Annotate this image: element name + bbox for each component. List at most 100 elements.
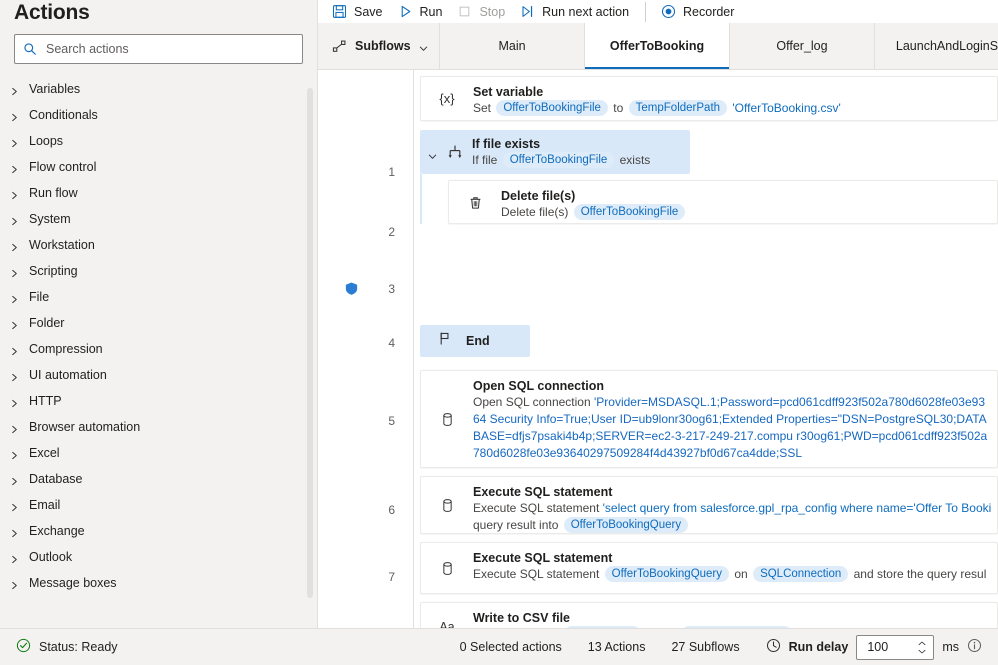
variable-chip[interactable]: OfferToBookingFile	[573, 204, 686, 220]
sidebar-item-scripting[interactable]: Scripting	[0, 258, 317, 284]
desc-prefix: Write CSV table	[473, 627, 558, 628]
action-title: Write to CSV file	[473, 611, 571, 625]
search-actions-box[interactable]	[14, 34, 303, 64]
action-description: Execute SQL statement 'select query from…	[473, 500, 991, 517]
if-body: Delete file(s) Delete file(s) OfferToBoo…	[420, 174, 998, 224]
sidebar-item-run-flow[interactable]: Run flow	[0, 180, 317, 206]
action-row-content: If file exists If file OfferToBookingFil…	[472, 131, 690, 174]
action-title: Execute SQL statement	[473, 485, 613, 499]
sidebar-item-outlook[interactable]: Outlook	[0, 544, 317, 570]
line-number: 2	[388, 225, 395, 239]
variable-chip[interactable]: OfferToBookingFile	[680, 626, 793, 628]
tab-launchandlogins[interactable]: LaunchAndLoginS	[875, 23, 998, 69]
chevron-right-icon	[10, 319, 19, 329]
desc-prefix: Set	[473, 101, 492, 115]
action-row-if-file-exists[interactable]: If file exists If file OfferToBookingFil…	[420, 130, 690, 174]
run-delay-stepper[interactable]	[856, 634, 935, 660]
run-delay-label: Run delay	[788, 640, 849, 654]
sidebar-item-loops[interactable]: Loops	[0, 128, 317, 154]
info-icon[interactable]	[967, 638, 982, 656]
subflows-dropdown[interactable]: Subflows	[318, 23, 440, 69]
sidebar-item-compression[interactable]: Compression	[0, 336, 317, 362]
action-description: Set OfferToBookingFile to TempFolderPath…	[473, 100, 989, 117]
sidebar-item-file[interactable]: File	[0, 284, 317, 310]
sidebar-item-http[interactable]: HTTP	[0, 388, 317, 414]
selected-actions-count: 0 Selected actions	[459, 640, 562, 654]
sidebar-scrollbar[interactable]	[307, 88, 313, 598]
sidebar-item-message-boxes[interactable]: Message boxes	[0, 570, 317, 596]
sidebar-item-folder[interactable]: Folder	[0, 310, 317, 336]
status-bar-right: 0 Selected actions 13 Actions 27 Subflow…	[459, 634, 982, 660]
clock-icon	[766, 638, 781, 656]
collapse-toggle[interactable]	[420, 148, 438, 159]
variable-chip[interactable]: TempFolderPath	[628, 100, 728, 116]
recorder-button[interactable]: Recorder	[657, 0, 745, 23]
play-icon	[398, 4, 413, 19]
sidebar-item-system[interactable]: System	[0, 206, 317, 232]
action-row-content: Set variable Set OfferToBookingFile to T…	[473, 77, 997, 124]
variable-chip[interactable]: QueryResult	[563, 626, 642, 628]
run-delay-control: Run delay ms	[766, 634, 982, 660]
action-row-set-variable[interactable]: {x} Set variable Set OfferToBookingFile …	[420, 76, 998, 121]
run-button[interactable]: Run	[394, 0, 454, 23]
record-icon	[661, 4, 676, 19]
main-body: Actions Variables	[0, 0, 998, 628]
tab-label: Offer_log	[776, 39, 828, 53]
sidebar-item-label: Scripting	[29, 264, 78, 278]
sidebar-item-label: Variables	[29, 82, 81, 96]
save-button[interactable]: Save	[328, 0, 394, 23]
sidebar-item-ui-automation[interactable]: UI automation	[0, 362, 317, 388]
line-number-gutter: 1 2 3 4 5 6 7 8	[318, 70, 414, 628]
action-title: Open SQL connection	[473, 379, 605, 393]
action-row-execute-sql-statement-2[interactable]: Execute SQL statement Execute SQL statem…	[420, 542, 998, 594]
actions-sidebar: Actions Variables	[0, 0, 318, 628]
sidebar-item-label: Workstation	[29, 238, 95, 252]
sidebar-item-workstation[interactable]: Workstation	[0, 232, 317, 258]
sidebar-item-exchange[interactable]: Exchange	[0, 518, 317, 544]
tab-offer-log[interactable]: Offer_log	[730, 23, 875, 69]
sidebar-item-database[interactable]: Database	[0, 466, 317, 492]
sidebar-item-label: Excel	[29, 446, 60, 460]
sidebar-item-variables[interactable]: Variables	[0, 76, 317, 102]
sidebar-item-label: Email	[29, 498, 61, 512]
line-number: 7	[388, 570, 395, 584]
variable-chip[interactable]: OfferToBookingFile	[502, 151, 615, 168]
action-row-write-to-csv-file[interactable]: Aa Write to CSV file Write CSV table Que…	[420, 602, 998, 628]
sidebar-item-excel[interactable]: Excel	[0, 440, 317, 466]
chevron-right-icon	[10, 371, 19, 381]
subflows-count: 27 Subflows	[671, 640, 740, 654]
action-row-end[interactable]: End	[420, 325, 530, 357]
desc-prefix: Open SQL connection	[473, 395, 591, 409]
sidebar-item-email[interactable]: Email	[0, 492, 317, 518]
step-over-icon	[520, 4, 535, 19]
chevron-right-icon	[10, 579, 19, 589]
variable-chip[interactable]: OfferToBookingQuery	[604, 566, 730, 582]
sidebar-item-flow-control[interactable]: Flow control	[0, 154, 317, 180]
flag-icon	[438, 331, 453, 351]
variable-chip[interactable]: OfferToBookingFile	[496, 100, 608, 116]
sidebar-item-browser-automation[interactable]: Browser automation	[0, 414, 317, 440]
action-description: Open SQL connection 'Provider=MSDASQL.1;…	[473, 394, 989, 462]
action-row-open-sql-connection[interactable]: Open SQL connection Open SQL connection …	[420, 370, 998, 468]
action-row-delete-files[interactable]: Delete file(s) Delete file(s) OfferToBoo…	[448, 180, 998, 224]
tab-offertobooking[interactable]: OfferToBooking	[585, 23, 730, 69]
desc-prefix: Delete file(s)	[501, 205, 569, 219]
search-input[interactable]	[44, 41, 294, 57]
search-icon	[23, 42, 37, 56]
actions-count: 13 Actions	[587, 640, 646, 654]
variable-chip[interactable]: OfferToBookingQuery	[563, 517, 689, 533]
line-number: 3	[388, 282, 395, 296]
chevron-right-icon	[10, 189, 19, 199]
run-next-action-button[interactable]: Run next action	[516, 0, 640, 23]
sidebar-item-conditionals[interactable]: Conditionals	[0, 102, 317, 128]
run-delay-input[interactable]	[865, 639, 918, 655]
chevron-right-icon	[10, 85, 19, 95]
action-row-execute-sql-statement-1[interactable]: Execute SQL statement Execute SQL statem…	[420, 476, 998, 534]
stepper-arrows[interactable]	[917, 641, 927, 654]
desc-prefix: If file	[472, 152, 498, 167]
variable-chip[interactable]: SQLConnection	[753, 566, 849, 582]
breakpoint-marker[interactable]	[344, 281, 359, 296]
sidebar-item-label: Outlook	[29, 550, 73, 564]
tab-main[interactable]: Main	[440, 23, 585, 69]
action-row-content: Execute SQL statement Execute SQL statem…	[473, 477, 997, 541]
